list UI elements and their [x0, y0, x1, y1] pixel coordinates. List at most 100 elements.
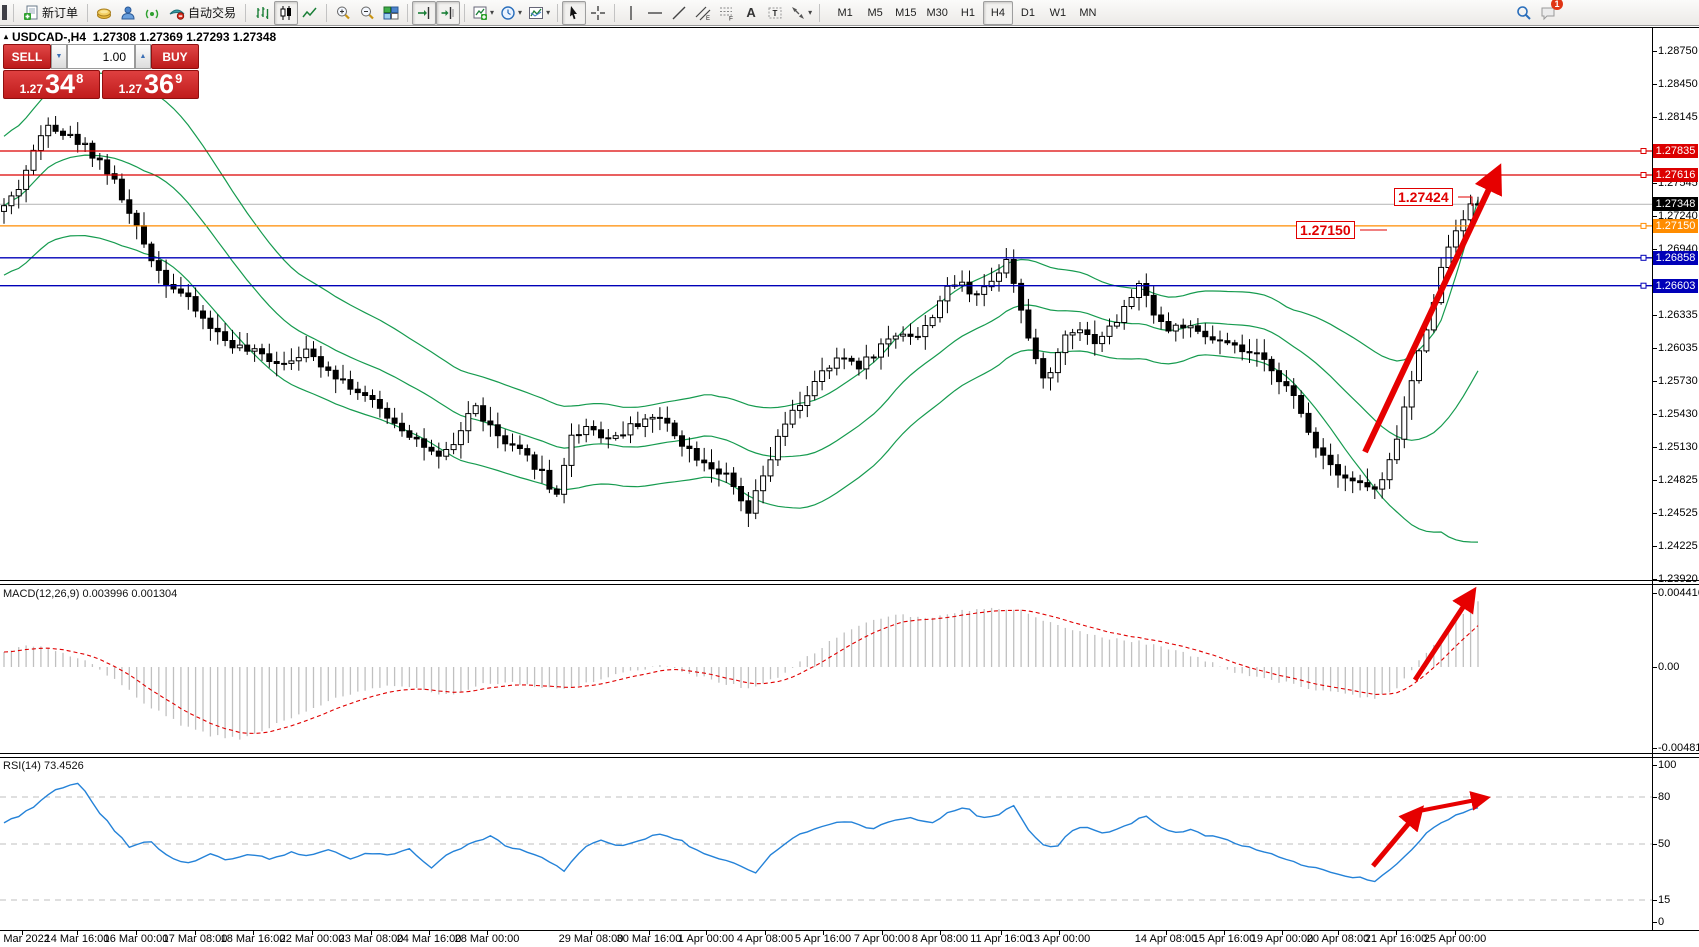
svg-text:F: F [729, 15, 733, 21]
crosshair-button[interactable] [586, 1, 610, 25]
notifications-button[interactable]: 1 [1536, 1, 1560, 25]
shapes-arrows-button[interactable]: ▾ [787, 1, 815, 25]
text-icon: A [746, 5, 755, 20]
horizontal-line-button[interactable] [643, 1, 667, 25]
zoom-out-icon [359, 5, 375, 21]
signal-icon [144, 5, 160, 21]
timeframe-m30-button[interactable]: M30 [922, 1, 953, 25]
channel-icon: E [695, 5, 711, 21]
timeframe-m5-button[interactable]: M5 [860, 1, 890, 25]
candlestick-chart-icon [278, 5, 294, 21]
timeframe-h1-button[interactable]: H1 [953, 1, 983, 25]
sell-price-button[interactable]: 1.27348 [3, 70, 100, 99]
one-click-trading-panel: SELL ▼ ▲ BUY 1.27348 1.27369 [3, 44, 199, 99]
zoom-in-icon [335, 5, 351, 21]
bid-prefix: 1.27 [20, 81, 43, 97]
line-chart-icon [302, 5, 318, 21]
new-order-button[interactable]: 新订单 [18, 1, 83, 25]
svg-text:T: T [773, 9, 778, 18]
indicators-button[interactable]: ▾ [525, 1, 553, 25]
timeframe-m1-button[interactable]: M1 [830, 1, 860, 25]
trendline-icon [671, 5, 687, 21]
fibonacci-icon: F [719, 5, 735, 21]
ask-big: 36 [144, 72, 174, 97]
line-chart-button[interactable] [298, 1, 322, 25]
separator [407, 4, 408, 22]
chart-shift-icon [440, 5, 456, 21]
search-icon [1516, 5, 1532, 21]
channel-button[interactable]: E [691, 1, 715, 25]
auto-trading-icon [169, 5, 185, 21]
cursor-icon [566, 5, 582, 21]
crosshair-icon [590, 5, 606, 21]
chart-window[interactable]: ▴USDCAD-,H4 1.27308 1.27369 1.27293 1.27… [0, 0, 1699, 947]
timeframe-h4-button[interactable]: H4 [983, 1, 1013, 25]
buy-button[interactable]: BUY [151, 44, 199, 69]
dropdown-caret: ▾ [808, 8, 812, 17]
new-chart-button[interactable]: ▾ [469, 1, 497, 25]
chart-period-button[interactable]: ▾ [497, 1, 525, 25]
candlestick-chart-button[interactable] [274, 1, 298, 25]
person-icon [120, 5, 136, 21]
rsi-pane[interactable] [0, 758, 1652, 929]
auto-trading-label: 自动交易 [188, 4, 236, 21]
cursor-button[interactable] [562, 1, 586, 25]
level-handle [1641, 173, 1646, 178]
sell-button[interactable]: SELL [3, 44, 51, 69]
timeframe-d1-button[interactable]: D1 [1013, 1, 1043, 25]
vertical-line-button[interactable] [619, 1, 643, 25]
clipped-window-icon [2, 5, 7, 20]
new-order-icon [23, 5, 39, 21]
fibonacci-button[interactable]: F [715, 1, 739, 25]
volume-decrease-button[interactable]: ▼ [51, 44, 67, 69]
separator [326, 4, 327, 22]
vertical-line-icon [623, 5, 639, 21]
signals-button[interactable] [140, 1, 164, 25]
text-button[interactable]: A [739, 1, 763, 25]
timeframe-m15-button[interactable]: M15 [890, 1, 921, 25]
svg-text:E: E [706, 16, 710, 21]
trendline-button[interactable] [667, 1, 691, 25]
separator [87, 4, 88, 22]
separator [13, 4, 14, 22]
volume-input[interactable] [67, 44, 135, 69]
buy-price-button[interactable]: 1.27369 [102, 70, 199, 99]
clock-icon [500, 5, 516, 21]
zoom-out-button[interactable] [355, 1, 379, 25]
bar-chart-icon [254, 5, 270, 21]
accounts-button[interactable] [116, 1, 140, 25]
indicators-icon [528, 5, 544, 21]
new-chart-icon [472, 5, 488, 21]
separator [557, 4, 558, 22]
auto-scroll-icon [416, 5, 432, 21]
dropdown-caret: ▾ [490, 8, 494, 17]
macd-pane[interactable] [0, 585, 1652, 753]
horizontal-line-icon [647, 5, 663, 21]
market-depth-button[interactable] [92, 1, 116, 25]
timeframe-mn-button[interactable]: MN [1073, 1, 1103, 25]
bar-chart-button[interactable] [250, 1, 274, 25]
search-button[interactable] [1512, 1, 1536, 25]
gold-icon [96, 5, 112, 21]
mt4-window: 新订单 自动交易 [0, 0, 1699, 947]
auto-trading-button[interactable]: 自动交易 [164, 1, 241, 25]
separator [614, 4, 615, 22]
level-handle [1641, 255, 1646, 260]
timeframe-w1-button[interactable]: W1 [1043, 1, 1073, 25]
text-label-button[interactable]: T [763, 1, 787, 25]
toolbar: 新订单 自动交易 [0, 0, 1699, 26]
level-handle [1641, 283, 1646, 288]
ask-sup: 9 [175, 73, 182, 85]
chart-shift-button[interactable] [436, 1, 460, 25]
dropdown-caret: ▾ [546, 8, 550, 17]
separator [245, 4, 246, 22]
tile-windows-button[interactable] [379, 1, 403, 25]
main-pane[interactable] [0, 28, 1652, 579]
volume-increase-button[interactable]: ▲ [135, 44, 151, 69]
separator [819, 4, 820, 22]
ask-prefix: 1.27 [119, 81, 142, 97]
level-handle [1641, 223, 1646, 228]
zoom-in-button[interactable] [331, 1, 355, 25]
auto-scroll-button[interactable] [412, 1, 436, 25]
chart-canvas[interactable] [0, 0, 1699, 947]
